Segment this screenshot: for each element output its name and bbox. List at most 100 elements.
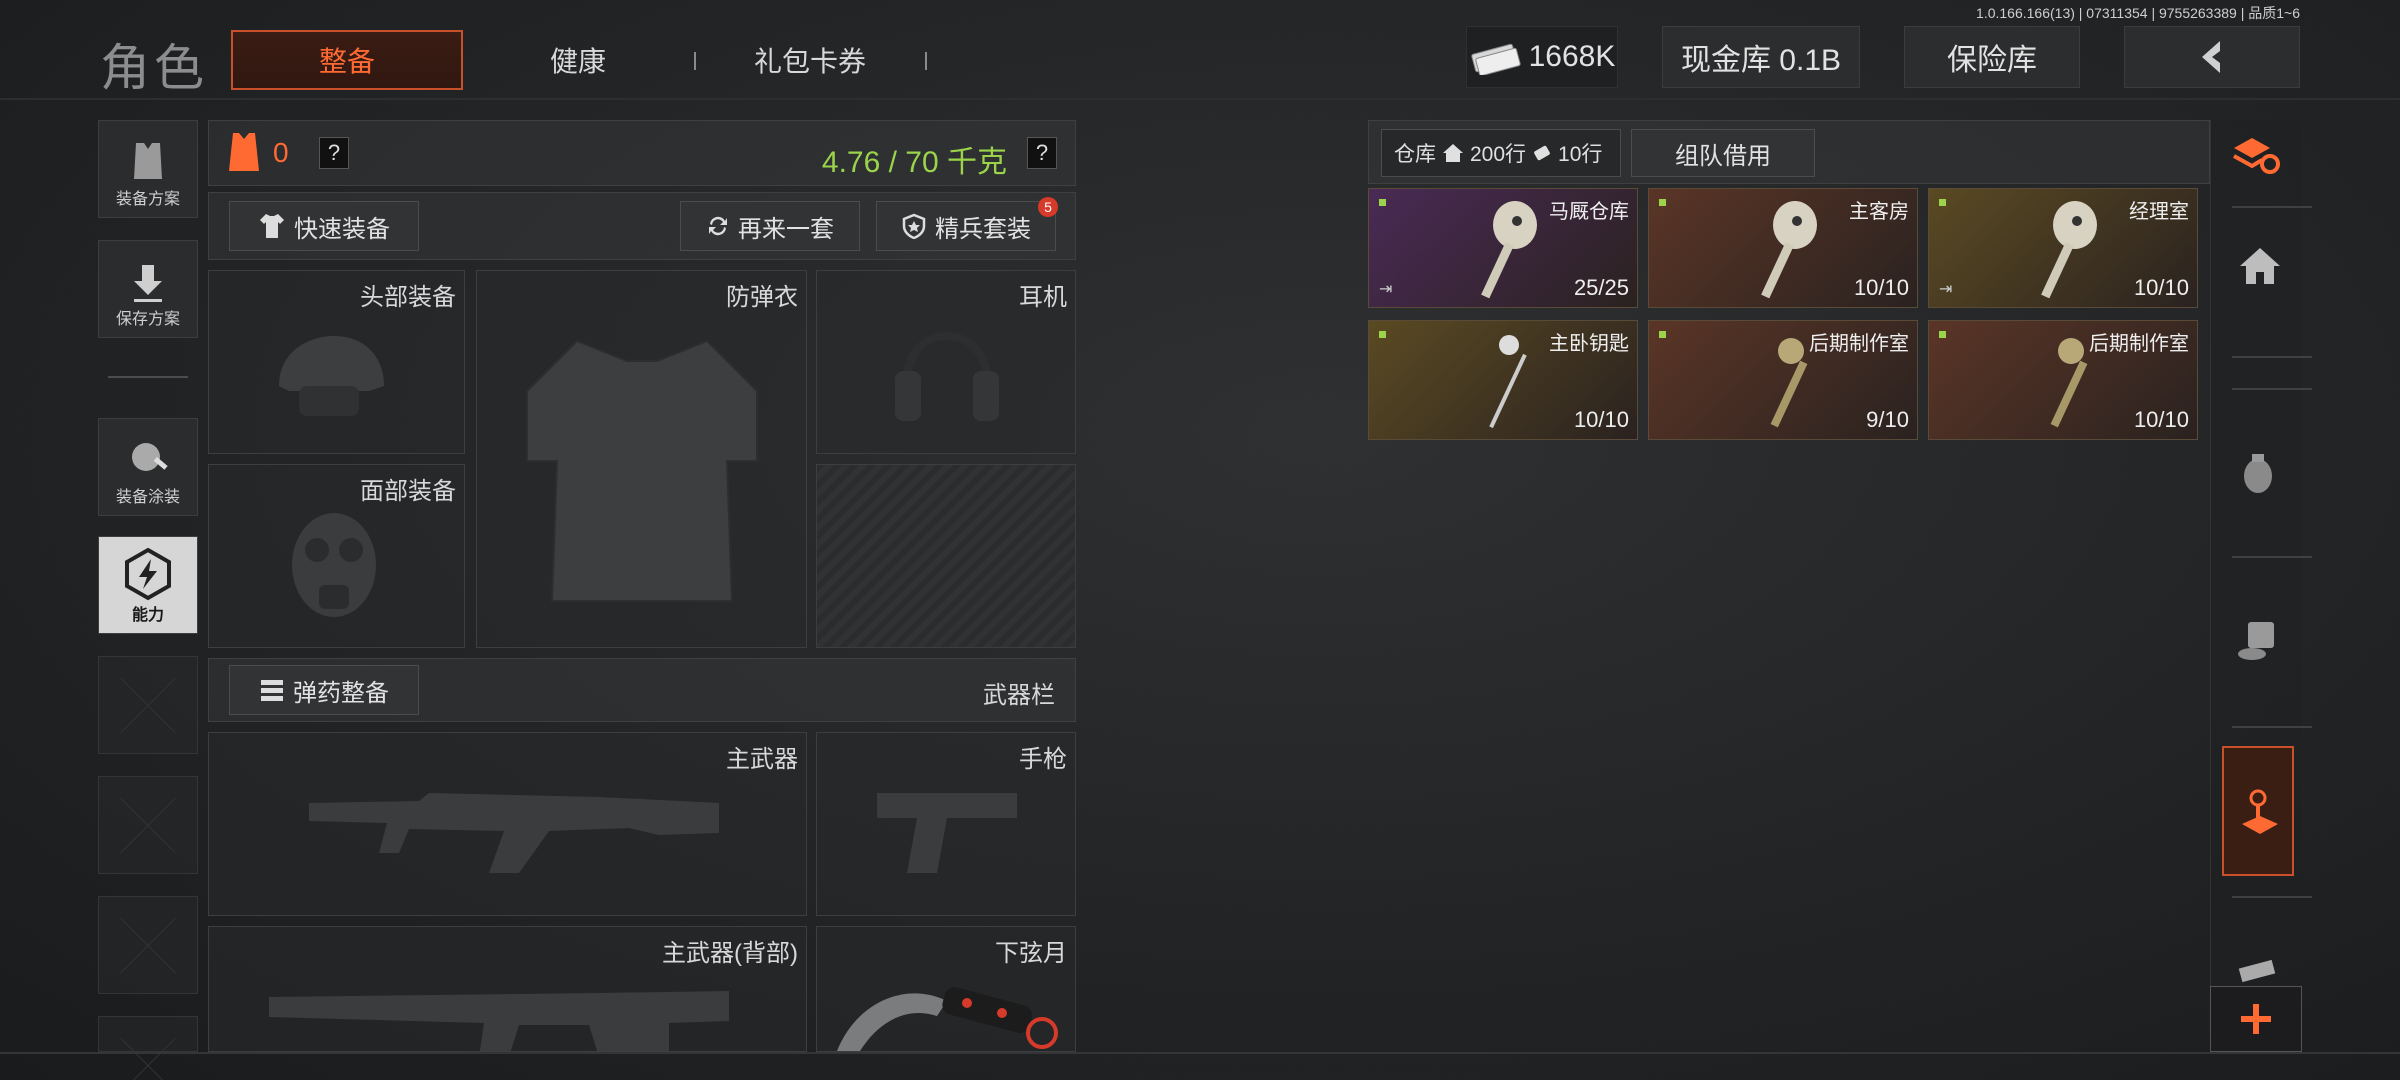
warehouse-item-count: 10/10 (1853, 275, 1909, 300)
home-icon (1443, 144, 1463, 162)
quick-equip-button[interactable]: 快速装备 (229, 201, 419, 251)
home-stash-button[interactable] (2238, 246, 2280, 286)
warehouse-item-count: 25/25 (1573, 275, 1629, 300)
home-icon (2240, 248, 2280, 284)
empty-slot[interactable] (98, 1016, 198, 1052)
head-gear-slot[interactable]: 头部装备 (208, 270, 465, 454)
rail-divider (2232, 896, 2312, 898)
elite-set-badge: 5 (1038, 197, 1058, 217)
version-info: 1.0.166.166(13) | 07311354 | 9755263389 … (1976, 5, 2300, 21)
armor-icon (229, 133, 259, 171)
new-indicator (1939, 331, 1946, 338)
body-armor-icon (526, 339, 758, 602)
melee-slot[interactable]: 下弦月 (816, 926, 1076, 1052)
armor-count: 0 (273, 137, 289, 168)
currency-display[interactable]: 1668K (1466, 26, 1618, 88)
team-borrow-button[interactable]: 组队借用 (1631, 129, 1815, 177)
back-weapon-label: 主武器(背部) (662, 940, 798, 967)
headset-label: 耳机 (1019, 284, 1067, 311)
back-weapon-slot[interactable]: 主武器(背部) (208, 926, 807, 1052)
helmet-icon (279, 336, 384, 416)
quick-equip-label: 快速装备 (294, 215, 390, 243)
tab-divider (925, 52, 927, 70)
extract-icon: ⇥ (1939, 281, 1953, 298)
warehouse-item[interactable]: 主客房 10/10 (1648, 188, 1918, 308)
primary-weapon-slot[interactable]: 主武器 (208, 732, 807, 916)
cash-icon (1470, 43, 1521, 75)
face-gear-slot[interactable]: 面部装备 (208, 464, 465, 648)
ammo-prep-button[interactable]: 弹药整备 (229, 665, 419, 715)
tab-loadout[interactable]: 整备 (231, 30, 463, 90)
headset-icon (895, 332, 999, 421)
warehouse-item[interactable]: 后期制作室 10/10 (1928, 320, 2198, 440)
warehouse-item-count: 9/10 (1866, 407, 1909, 432)
brass-key-icon (1770, 338, 1808, 428)
vest-icon (134, 143, 162, 179)
pistol-slot[interactable]: 手枪 (816, 732, 1076, 916)
pistol-label: 手枪 (1019, 746, 1067, 773)
warehouse-item-name: 经理室 (2129, 201, 2189, 223)
body-armor-slot[interactable]: 防弹衣 (476, 270, 807, 648)
equip-again-button[interactable]: 再来一套 (680, 201, 860, 251)
save-plan-button[interactable]: 保存方案 (98, 240, 198, 338)
ticket-icon (1534, 145, 1550, 161)
helmet-brush-icon (132, 443, 168, 471)
karambit-icon (837, 987, 1058, 1051)
valuables-filter-button[interactable] (2232, 616, 2282, 666)
valuables-icon (2238, 622, 2274, 660)
new-indicator (1659, 331, 1666, 338)
save-plan-label: 保存方案 (115, 311, 180, 328)
nav-divider (108, 376, 188, 378)
empty-slot[interactable] (98, 896, 198, 994)
warehouse-item[interactable]: 主卧钥匙 10/10 (1368, 320, 1638, 440)
warehouse-item-name: 主客房 (1849, 201, 1909, 223)
body-armor-label: 防弹衣 (726, 284, 798, 311)
warehouse-rows: 200行 (1470, 143, 1527, 166)
warehouse-item-count: 10/10 (1573, 407, 1629, 432)
cash-vault-button[interactable]: 现金库 0.1B (1662, 26, 1860, 88)
refresh-icon (709, 216, 727, 236)
ability-button[interactable]: 能力 (98, 536, 198, 634)
back-button[interactable] (2124, 26, 2300, 88)
primary-weapon-label: 主武器 (726, 746, 798, 773)
add-button[interactable] (2210, 986, 2302, 1052)
tab-gift-coupons[interactable]: 礼包卡券 (754, 40, 866, 80)
help-button[interactable]: ? (319, 137, 349, 169)
elite-set-button[interactable]: 精兵套装 (876, 201, 1056, 251)
warehouse-item-count: 10/10 (2133, 407, 2189, 432)
gas-mask-icon (292, 513, 376, 617)
grenade-filter-button[interactable] (2236, 446, 2280, 496)
header-divider (0, 98, 2400, 100)
rail-divider (2232, 726, 2312, 728)
warehouse-item[interactable]: 后期制作室 9/10 (1648, 320, 1918, 440)
rifle-icon (309, 793, 719, 873)
bottom-divider (0, 1052, 2400, 1054)
gear-action-bar: 快速装备 再来一套 精兵套装 5 (208, 192, 1076, 260)
stash-sort-button[interactable] (2228, 126, 2284, 182)
empty-slot[interactable] (98, 656, 198, 754)
pistol-icon (877, 793, 1017, 873)
gear-skin-button[interactable]: 装备涂装 (98, 418, 198, 516)
weight-display: 4.76 / 70 千克 (821, 146, 1007, 179)
plus-icon (2241, 1004, 2271, 1034)
elite-set-label: 精兵套装 (935, 215, 1031, 243)
insurance-vault-button[interactable]: 保险库 (1904, 26, 2080, 88)
loadout-plan-button[interactable]: 装备方案 (98, 120, 198, 218)
warehouse-item[interactable]: 马厩仓库 25/25 ⇥ (1368, 188, 1638, 308)
cash-filter-button[interactable] (2236, 956, 2280, 986)
warehouse-item[interactable]: 经理室 10/10 ⇥ (1928, 188, 2198, 308)
warehouse-capacity[interactable]: 仓库 200行 10行 (1381, 129, 1621, 177)
warehouse-label: 仓库 (1394, 143, 1436, 166)
warehouse-item-name: 马厩仓库 (1549, 201, 1629, 223)
new-indicator (1939, 199, 1946, 206)
keys-filter-button[interactable] (2222, 746, 2294, 876)
assault-rifle-icon (269, 991, 729, 1051)
page-title: 角色 (100, 40, 208, 96)
tab-health[interactable]: 健康 (550, 40, 606, 80)
empty-slot[interactable] (98, 776, 198, 874)
weight-help-button[interactable]: ? (1027, 137, 1057, 169)
headset-slot[interactable]: 耳机 (816, 270, 1076, 454)
empty-gear-slot[interactable] (816, 464, 1076, 648)
key-box-icon (2242, 789, 2278, 834)
new-indicator (1659, 199, 1666, 206)
